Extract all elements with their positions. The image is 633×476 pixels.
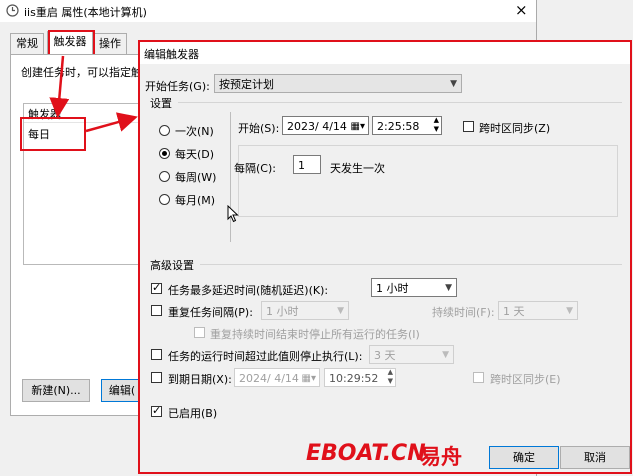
delay-checkbox[interactable]: ✓ (151, 281, 162, 294)
time-spinner-icon[interactable]: ▲ ▼ (388, 368, 393, 386)
radio-monthly-label[interactable]: 每月(M) (175, 192, 215, 208)
start-label: 开始(S): (238, 122, 280, 135)
radio-once[interactable] (159, 125, 170, 136)
advanced-divider (200, 264, 622, 265)
sync-timezone-label[interactable]: 跨时区同步(Z) (479, 120, 550, 136)
radio-once-label[interactable]: 一次(N) (175, 123, 214, 139)
settings-divider (178, 102, 622, 103)
radio-weekly-label[interactable]: 每周(W) (175, 169, 216, 185)
settings-group-label: 设置 (150, 97, 172, 110)
checkmark-icon: ✓ (152, 281, 162, 294)
repeat-checkbox[interactable] (151, 305, 162, 316)
stop-repeat-checkbox[interactable] (194, 327, 205, 338)
expire-checkbox[interactable] (151, 372, 162, 383)
watermark-logo-cn: 易舟 (420, 445, 462, 469)
chevron-down-icon: ▼ (566, 306, 573, 316)
start-time-field[interactable]: 2:25:58 ▲ ▼ (372, 116, 442, 135)
sync-timezone-checkbox[interactable] (463, 121, 474, 132)
recur-days-input[interactable]: 1 (293, 155, 321, 174)
ok-button[interactable]: 确定 (489, 446, 559, 469)
expire-sync-label[interactable]: 跨时区同步(E) (490, 371, 561, 387)
start-date-picker[interactable]: 2023/ 4/14 ▦▾ (282, 116, 369, 135)
repeat-label[interactable]: 重复任务间隔(P): (168, 304, 253, 320)
delay-label[interactable]: 任务最多延迟时间(随机延迟)(K): (168, 282, 328, 298)
chevron-down-icon: ▼ (337, 306, 344, 316)
begin-task-select[interactable]: 按预定计划 ▼ (214, 74, 462, 93)
duration-label: 持续时间(F): (432, 306, 495, 319)
advanced-group-label: 高级设置 (150, 259, 194, 272)
duration-select[interactable]: 1 天 ▼ (498, 301, 578, 320)
watermark-logo: EBOAT.CN (306, 441, 426, 466)
enabled-checkbox[interactable]: ✓ (151, 404, 162, 417)
chevron-down-icon: ▼ (445, 283, 452, 293)
delay-select[interactable]: 1 小时 ▼ (371, 278, 457, 297)
radio-weekly[interactable] (159, 171, 170, 182)
edit-trigger-dialog: 编辑触发器 开始任务(G): 按预定计划 ▼ 设置 一次(N) 每天(D) 每周… (138, 40, 632, 474)
mouse-cursor-icon (227, 204, 239, 226)
recur-label: 每隔(C): (234, 162, 276, 175)
stop-long-select[interactable]: 3 天 ▼ (369, 345, 454, 364)
expire-date-picker[interactable]: 2024/ 4/14 ▦▾ (234, 368, 320, 387)
expire-time-field[interactable]: 10:29:52 ▲ ▼ (324, 368, 396, 387)
expire-label[interactable]: 到期日期(X): (168, 371, 232, 387)
dialog-titlebar: 编辑触发器 (140, 42, 630, 64)
dialog-title: 编辑触发器 (144, 48, 199, 61)
calendar-icon[interactable]: ▦▾ (302, 369, 316, 388)
stop-long-checkbox[interactable] (151, 349, 162, 360)
calendar-icon[interactable]: ▦▾ (351, 117, 365, 136)
radio-selected-dot (162, 151, 167, 156)
chevron-down-icon: ▼ (442, 350, 449, 360)
time-spinner-icon[interactable]: ▲ ▼ (434, 116, 439, 134)
repeat-interval-select[interactable]: 1 小时 ▼ (261, 301, 349, 320)
radio-monthly[interactable] (159, 194, 170, 205)
begin-task-label: 开始任务(G): (145, 80, 210, 93)
checkmark-icon: ✓ (152, 404, 162, 417)
stop-long-label[interactable]: 任务的运行时间超过此值则停止执行(L): (168, 348, 362, 364)
radio-daily[interactable] (159, 148, 170, 159)
expire-sync-checkbox[interactable] (473, 372, 484, 383)
chevron-down-icon: ▼ (450, 79, 457, 89)
enabled-label[interactable]: 已启用(B) (168, 405, 217, 421)
recur-unit-label: 天发生一次 (330, 162, 385, 175)
cancel-button[interactable]: 取消 (560, 446, 630, 469)
stop-repeat-label[interactable]: 重复持续时间结束时停止所有运行的任务(I) (210, 326, 420, 342)
radio-daily-label[interactable]: 每天(D) (175, 146, 214, 162)
